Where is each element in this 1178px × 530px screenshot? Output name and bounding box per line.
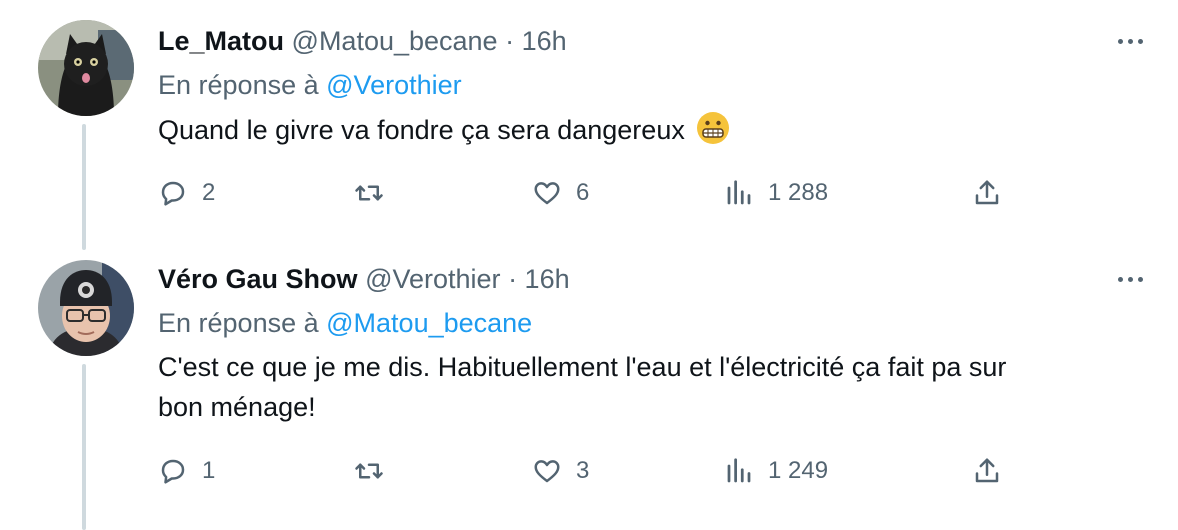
mention-link[interactable]: @Verothier xyxy=(326,70,461,100)
tweet-text: Quand le givre va fondre ça sera dangere… xyxy=(158,110,1148,150)
like-icon xyxy=(534,182,560,205)
more-button[interactable] xyxy=(1110,26,1150,56)
share-icon xyxy=(975,180,999,205)
views-button[interactable]: 1 249 xyxy=(724,451,828,491)
like-button[interactable]: 6 xyxy=(532,173,589,213)
tweet-2[interactable]: Véro Gau Show @Verothier · 16h En répons… xyxy=(0,250,1178,530)
retweet-icon xyxy=(355,185,383,201)
share-icon xyxy=(975,458,999,483)
views-button[interactable]: 1 288 xyxy=(724,173,828,213)
author-handle[interactable]: @Verothier xyxy=(365,264,500,294)
avatar[interactable] xyxy=(38,260,134,356)
tweet-text: C'est ce que je me dis. Habituellement l… xyxy=(158,352,1007,422)
action-bar: 1 3 1 249 xyxy=(158,451,1018,491)
reply-context: En réponse à @Matou_becane xyxy=(158,308,533,338)
more-button[interactable] xyxy=(1110,264,1150,294)
views-icon xyxy=(727,180,751,205)
author-name[interactable]: Véro Gau Show xyxy=(158,264,358,294)
retweet-button[interactable] xyxy=(354,173,398,213)
action-bar: 2 6 1 288 xyxy=(158,173,1018,213)
share-button[interactable] xyxy=(972,173,1002,213)
mention-link[interactable]: @Matou_becane xyxy=(326,308,532,338)
more-icon xyxy=(1117,276,1123,282)
share-button[interactable] xyxy=(972,451,1002,491)
timestamp[interactable]: · 16h xyxy=(508,264,570,294)
retweet-button[interactable] xyxy=(354,451,398,491)
timestamp[interactable]: · 16h xyxy=(505,26,567,56)
like-icon xyxy=(534,460,560,483)
reply-icon xyxy=(161,459,185,484)
thread-line xyxy=(82,364,86,530)
avatar[interactable] xyxy=(38,20,134,116)
reply-context: En réponse à @Verothier xyxy=(158,70,462,100)
retweet-icon xyxy=(355,463,383,479)
reply-icon xyxy=(161,181,185,206)
tweet-header: Véro Gau Show @Verothier · 16h xyxy=(158,262,570,296)
reply-button[interactable]: 2 xyxy=(158,173,215,213)
like-button[interactable]: 3 xyxy=(532,451,589,491)
tweet-header: Le_Matou @Matou_becane · 16h xyxy=(158,24,567,58)
more-icon xyxy=(1117,38,1123,44)
author-handle[interactable]: @Matou_becane xyxy=(292,26,498,56)
views-icon xyxy=(727,458,751,483)
author-name[interactable]: Le_Matou xyxy=(158,26,284,56)
tweet-1[interactable]: Le_Matou @Matou_becane · 16h En réponse … xyxy=(0,0,1178,250)
reply-button[interactable]: 1 xyxy=(158,451,215,491)
thread-line xyxy=(82,124,86,250)
grimacing-face-emoji xyxy=(697,112,730,144)
